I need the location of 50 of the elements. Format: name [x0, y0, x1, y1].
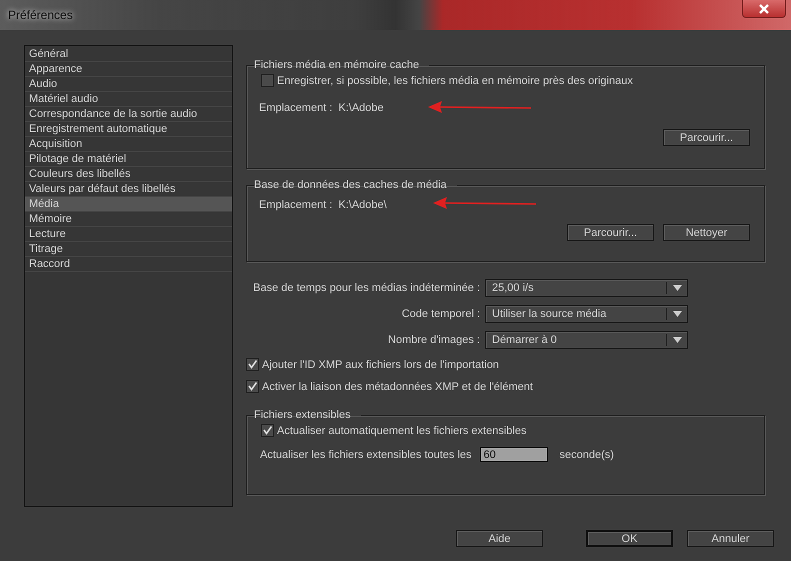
clean-button[interactable]: Nettoyer [663, 224, 750, 241]
cancel-button[interactable]: Annuler [687, 530, 774, 547]
browse-button[interactable]: Parcourir... [567, 224, 654, 241]
category-item[interactable]: Couleurs des libellés [25, 167, 232, 182]
category-item[interactable]: Matériel audio [25, 92, 232, 107]
browse-button[interactable]: Parcourir... [663, 129, 750, 146]
checkbox[interactable] [246, 358, 259, 371]
category-item[interactable]: Titrage [25, 242, 232, 257]
dropdown[interactable]: Démarrer à 0 [485, 331, 688, 349]
dropdown-arrow-icon [673, 285, 682, 291]
category-item[interactable]: Mémoire [25, 212, 232, 227]
checkbox-label: Enregistrer, si possible, les fichiers média en mémoire près des originaux [277, 74, 633, 86]
category-item[interactable]: Raccord [25, 257, 232, 272]
close-icon [758, 4, 770, 14]
category-item[interactable]: Audio [25, 77, 232, 92]
checkbox-label: Activer la liaison des métadonnées XMP et de l'élément [262, 380, 533, 392]
category-item[interactable]: Acquisition [25, 137, 232, 152]
dropdown[interactable]: Utiliser la source média [485, 305, 688, 323]
dropdown[interactable]: 25,00 i/s [485, 279, 688, 297]
category-item[interactable]: Média [25, 197, 232, 212]
dropdown-arrow-icon [673, 337, 682, 343]
checkbox[interactable] [261, 74, 274, 87]
location-label: Emplacement : [259, 199, 332, 211]
location-label: Emplacement : [259, 102, 332, 114]
seconds-field[interactable]: 60 [480, 447, 548, 462]
category-item[interactable]: Correspondance de la sortie audio [25, 107, 232, 122]
location-path: K:\Adobe\ [338, 199, 387, 211]
category-item[interactable]: Enregistrement automatique [25, 122, 232, 137]
group-title: Fichiers extensibles [254, 409, 352, 421]
ok-button[interactable]: OK [586, 530, 673, 547]
location-path: K:\Adobe [338, 102, 384, 114]
help-button[interactable]: Aide [456, 530, 543, 547]
category-item[interactable]: Pilotage de matériel [25, 152, 232, 167]
category-item[interactable]: Apparence [25, 62, 232, 77]
group-title: Base de données des caches de média [254, 179, 448, 191]
group-title: Fichiers média en mémoire cache [254, 59, 420, 71]
checkbox-label: Ajouter l'ID XMP aux fichiers lors de l'importation [262, 358, 499, 370]
unit-label: seconde(s) [560, 448, 614, 460]
dropdown-label: Base de temps pour les médias indéterminée : [253, 282, 480, 294]
category-item[interactable]: Général [25, 47, 232, 62]
checkbox-label: Actualiser automatiquement les fichiers extensibles [277, 424, 526, 436]
refresh-label: Actualiser les fichiers extensibles toutes les [260, 448, 472, 460]
window-title: Préférences [8, 8, 73, 22]
checkbox[interactable] [261, 424, 274, 437]
close-button[interactable] [742, 0, 786, 18]
dropdown-label: Nombre d'images : [388, 334, 480, 346]
checkbox[interactable] [246, 380, 259, 393]
dropdown-arrow-icon [673, 311, 682, 317]
category-item[interactable]: Lecture [25, 227, 232, 242]
dropdown-label: Code temporel : [402, 308, 480, 320]
